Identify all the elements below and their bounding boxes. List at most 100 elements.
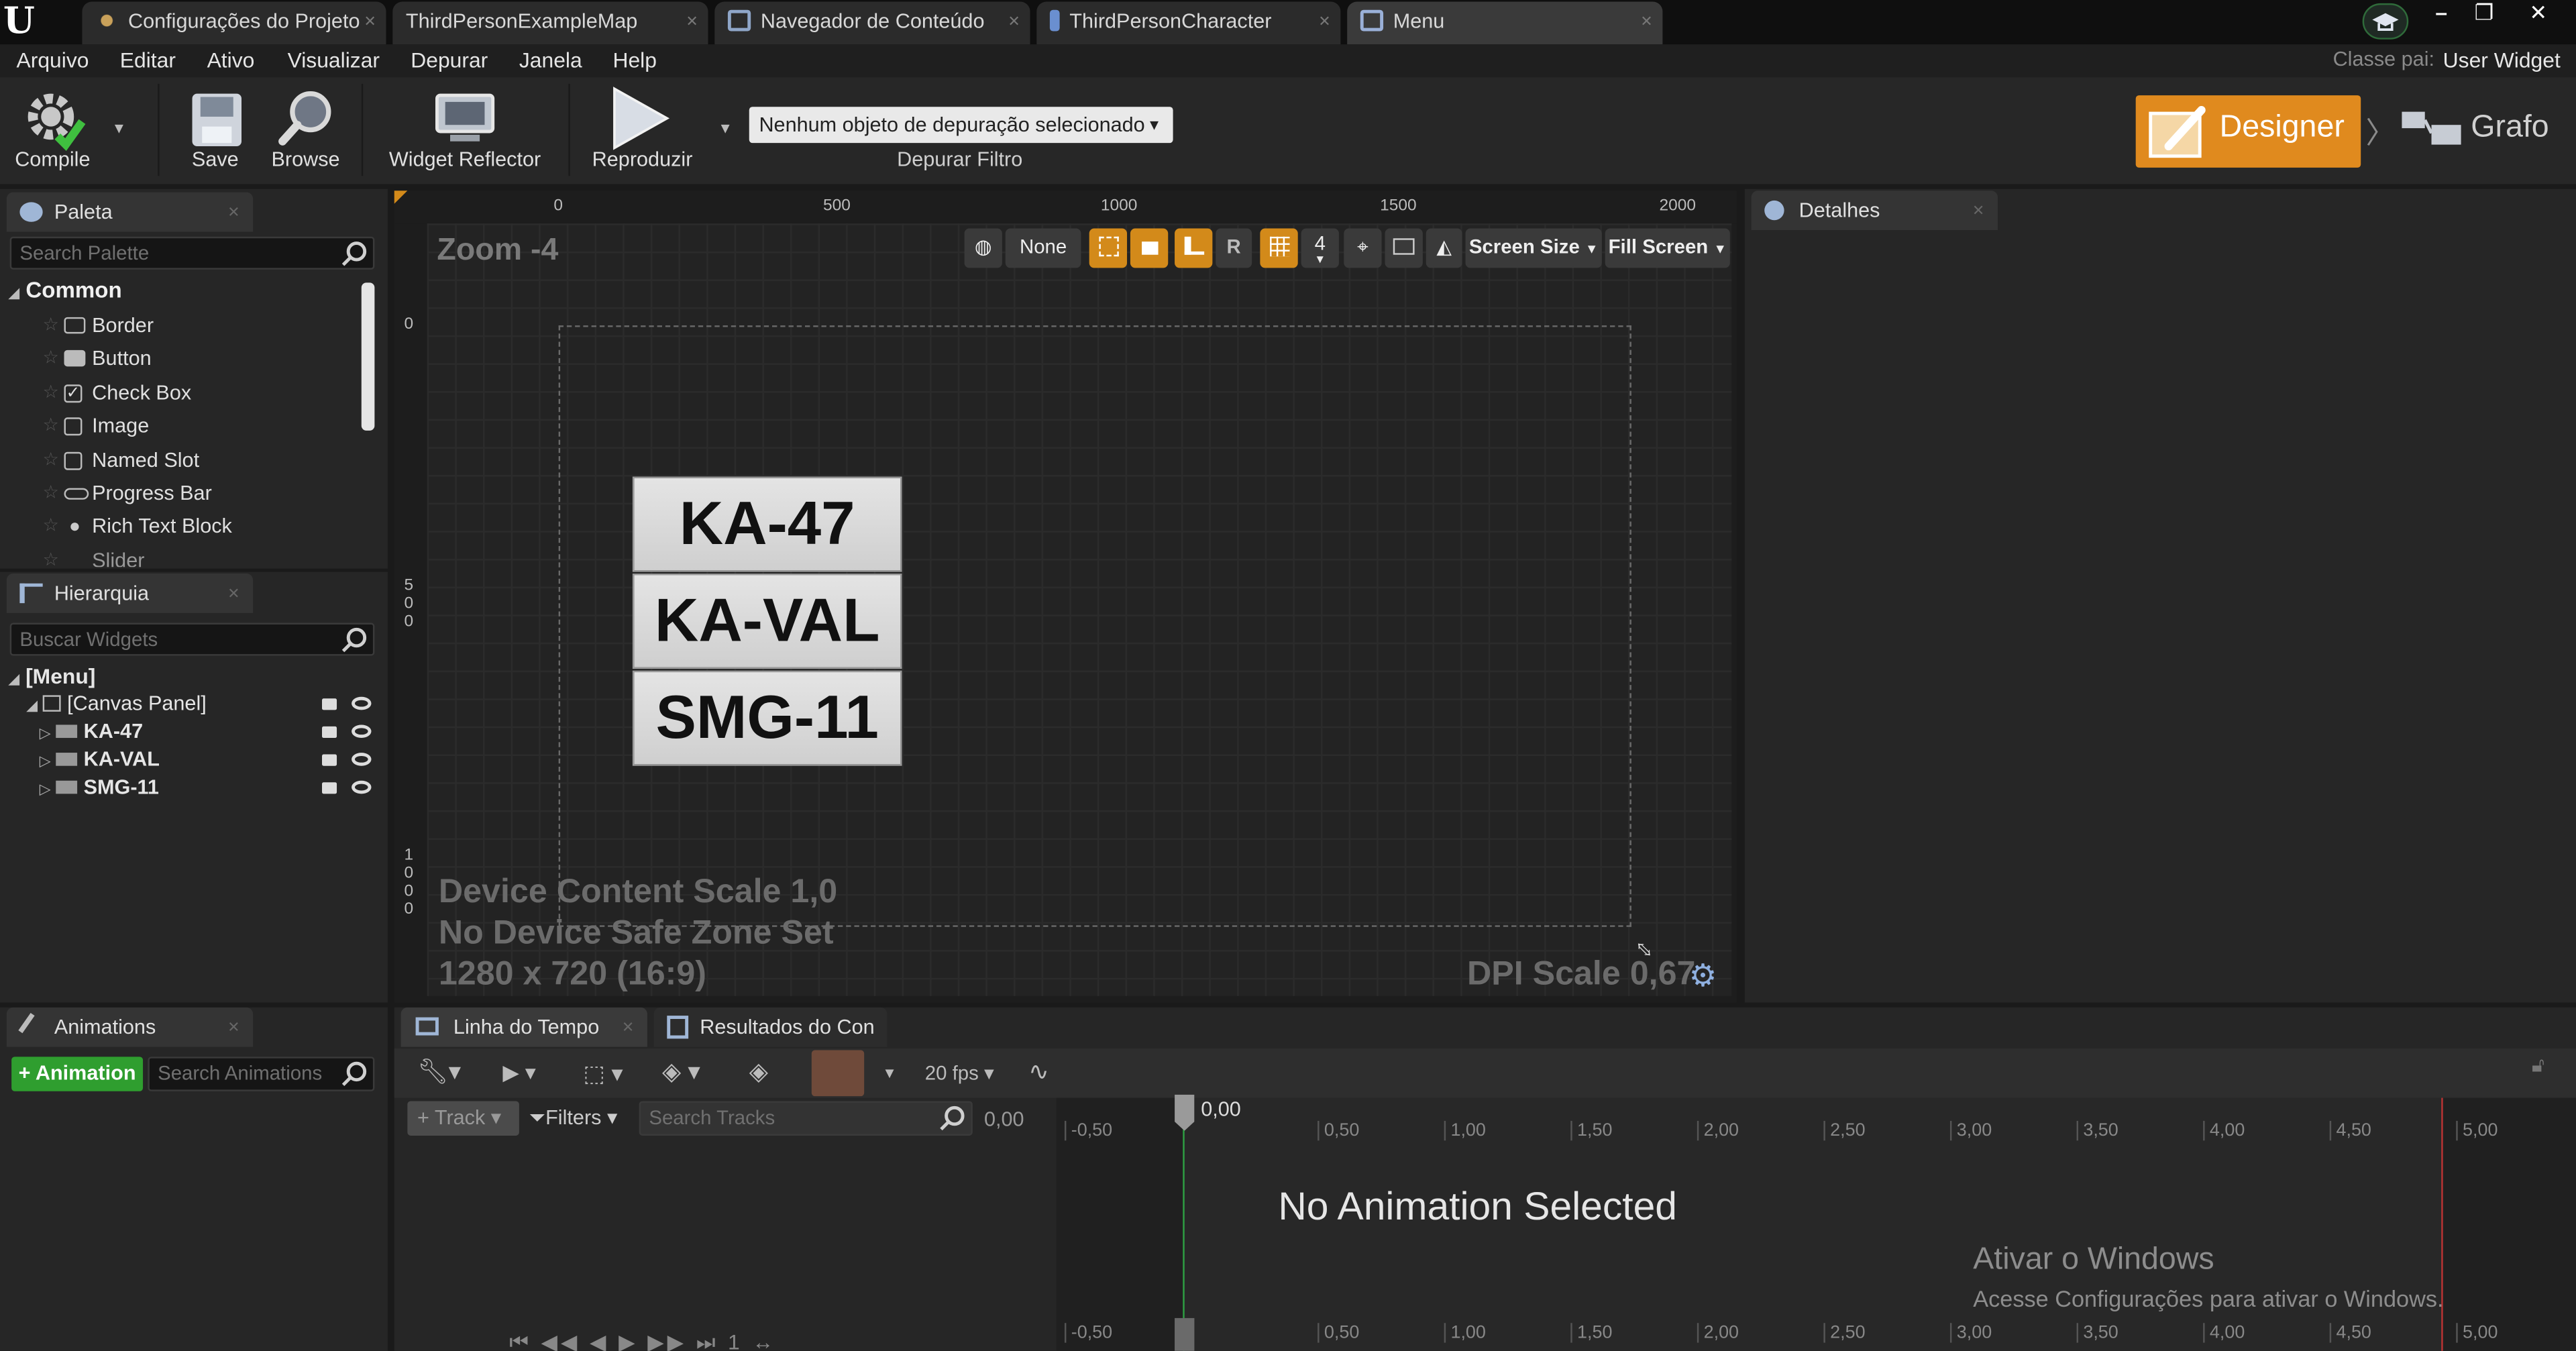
- menu-editar[interactable]: Editar: [120, 48, 176, 72]
- wrench-icon[interactable]: 🔧︎▾: [417, 1053, 461, 1093]
- lock-toggle-button[interactable]: [1130, 228, 1169, 268]
- tracks-search-input[interactable]: Search Tracks: [639, 1101, 973, 1136]
- palette-item-progress-bar[interactable]: ☆ Progress Bar: [0, 477, 362, 510]
- close-icon[interactable]: ✕: [622, 1008, 634, 1047]
- add-animation-button[interactable]: + Animation: [11, 1057, 144, 1091]
- eye-icon[interactable]: [352, 753, 372, 766]
- playhead-handle-bottom[interactable]: [1175, 1317, 1195, 1351]
- close-icon[interactable]: ✕: [227, 193, 239, 232]
- tab-details[interactable]: Detalhes ✕: [1751, 191, 1998, 230]
- menu-visualizar[interactable]: Visualizar: [288, 48, 380, 72]
- lock-icon[interactable]: [322, 698, 337, 710]
- star-icon[interactable]: ☆: [43, 342, 59, 375]
- playback-controls[interactable]: ⏮ ◀◀ ◀ ▶ ▶▶ ⏭ 1 ↔: [509, 1330, 777, 1351]
- tab-animations[interactable]: Animations ✕: [6, 1007, 254, 1047]
- respect-locks-button[interactable]: R: [1216, 228, 1252, 268]
- star-icon[interactable]: ☆: [43, 409, 59, 442]
- animations-search-input[interactable]: Search Animations: [148, 1057, 375, 1091]
- star-icon[interactable]: ☆: [43, 544, 59, 568]
- marquee-icon[interactable]: ⬚ ▾: [583, 1053, 623, 1093]
- palette-item-rich-text-block[interactable]: ☆ Rich Text Block: [0, 510, 362, 543]
- widget-button-ka47[interactable]: KA-47: [632, 476, 902, 572]
- play-button[interactable]: Reproduzir: [585, 77, 700, 179]
- save-button[interactable]: Save: [177, 77, 253, 179]
- grid-size-select[interactable]: 4 ▼: [1301, 228, 1339, 268]
- graph-mode-button[interactable]: Grafo: [2396, 95, 2560, 168]
- designer-mode-button[interactable]: Designer: [2135, 95, 2361, 168]
- parent-class-value[interactable]: User Widget: [2443, 48, 2561, 72]
- menu-depurar[interactable]: Depurar: [411, 48, 488, 72]
- palette-item-check-box[interactable]: ☆ ✓ Check Box: [0, 376, 362, 409]
- eye-icon[interactable]: [352, 696, 372, 710]
- close-icon[interactable]: ✕: [364, 1, 376, 41]
- star-icon[interactable]: ☆: [43, 376, 59, 409]
- fill-screen-select[interactable]: Fill Screen ▼: [1605, 228, 1730, 268]
- tab-menu[interactable]: Menu ✕: [1347, 1, 1663, 45]
- close-window-button[interactable]: ✕: [2514, 0, 2563, 30]
- minimize-button[interactable]: –: [2420, 0, 2463, 30]
- key-icon[interactable]: ◈ ▾: [662, 1053, 700, 1093]
- lock-timeline-icon[interactable]: 🔓︎: [2532, 1053, 2544, 1078]
- menu-arquivo[interactable]: Arquivo: [16, 48, 89, 72]
- lock-icon[interactable]: [322, 726, 337, 739]
- compile-options-dropdown[interactable]: ▼: [112, 120, 127, 137]
- maximize-button[interactable]: ❐: [2463, 0, 2506, 30]
- close-icon[interactable]: ✕: [1972, 191, 1984, 230]
- tab-timeline[interactable]: Linha do Tempo ✕: [400, 1007, 647, 1047]
- eye-icon[interactable]: [352, 780, 372, 794]
- close-icon[interactable]: ✕: [686, 1, 698, 41]
- fps-select[interactable]: 20 fps ▾: [925, 1053, 994, 1093]
- palette-item-image[interactable]: ☆ Image: [0, 409, 362, 442]
- hierarchy-item-smg11[interactable]: ▷ SMG-11: [40, 774, 381, 802]
- palette-scrollbar[interactable]: [361, 282, 375, 431]
- menu-janela[interactable]: Janela: [519, 48, 582, 72]
- hierarchy-item-kaval[interactable]: ▷ KA-VAL: [40, 746, 381, 774]
- close-icon[interactable]: ✕: [227, 574, 239, 613]
- palette-item-border[interactable]: ☆ Border: [0, 309, 362, 342]
- hierarchy-item-ka47[interactable]: ▷ KA-47: [40, 718, 381, 747]
- close-icon[interactable]: ✕: [1008, 1, 1020, 41]
- compile-button[interactable]: Compile: [5, 77, 100, 179]
- debug-object-select[interactable]: Nenhum objeto de depuração selecionado ▼: [749, 107, 1173, 144]
- record-button[interactable]: [811, 1050, 865, 1097]
- background-image-button[interactable]: [1385, 228, 1423, 268]
- current-time-field[interactable]: 0,00: [984, 1107, 1024, 1130]
- hierarchy-search-input[interactable]: Buscar Widgets: [9, 623, 375, 656]
- auto-key-icon[interactable]: ◈: [749, 1053, 768, 1093]
- star-icon[interactable]: ☆: [43, 444, 59, 477]
- localization-none-button[interactable]: None: [1005, 228, 1081, 268]
- fit-button[interactable]: ⌖: [1344, 228, 1382, 268]
- browse-button[interactable]: Browse: [263, 77, 348, 179]
- eye-icon[interactable]: [352, 724, 372, 739]
- learn-icon[interactable]: [2362, 3, 2409, 40]
- lock-icon[interactable]: [322, 782, 337, 794]
- globe-button[interactable]: ◍: [964, 228, 1002, 268]
- hierarchy-root-menu[interactable]: ◢ [Menu]: [8, 662, 95, 690]
- play-select-icon[interactable]: ▶ ▾: [502, 1053, 535, 1093]
- palette-category-common[interactable]: ◢ Common: [8, 278, 121, 303]
- menu-ativo[interactable]: Ativo: [207, 48, 255, 72]
- tab-compiler-results[interactable]: Resultados do Con: [653, 1007, 888, 1047]
- palette-item-named-slot[interactable]: ☆ Named Slot: [0, 444, 362, 477]
- lock-icon[interactable]: [322, 754, 337, 766]
- add-track-button[interactable]: + Track ▾: [407, 1101, 519, 1136]
- screen-size-select[interactable]: Screen Size ▼: [1465, 228, 1602, 268]
- widget-reflector-button[interactable]: Widget Reflector: [381, 77, 549, 179]
- hierarchy-canvas-panel[interactable]: ◢ [Canvas Panel]: [26, 690, 381, 718]
- curve-editor-icon[interactable]: ∿: [1028, 1053, 1049, 1093]
- star-icon[interactable]: ☆: [43, 477, 59, 510]
- layout-toggle-button[interactable]: [1175, 228, 1213, 268]
- dpi-settings-gear-icon[interactable]: ⚙: [1689, 958, 1717, 995]
- tab-example-map[interactable]: ThirdPersonExampleMap ✕: [392, 1, 708, 45]
- close-icon[interactable]: ✕: [1318, 1, 1330, 41]
- palette-item-button[interactable]: ☆ Button: [0, 342, 362, 375]
- outline-toggle-button[interactable]: [1089, 228, 1128, 268]
- tab-third-person-character[interactable]: ThirdPersonCharacter ✕: [1036, 1, 1341, 45]
- palette-item-slider[interactable]: ☆ Slider: [0, 544, 362, 567]
- tab-palette[interactable]: Paleta ✕: [6, 192, 254, 232]
- tab-project-settings[interactable]: Configurações do Projeto ✕: [82, 1, 386, 45]
- menu-help[interactable]: Help: [612, 48, 657, 72]
- close-icon[interactable]: ✕: [227, 1008, 239, 1047]
- tab-content-browser[interactable]: Navegador de Conteúdo ✕: [714, 1, 1030, 45]
- filters-button[interactable]: ⏷Filters ▾: [529, 1101, 631, 1136]
